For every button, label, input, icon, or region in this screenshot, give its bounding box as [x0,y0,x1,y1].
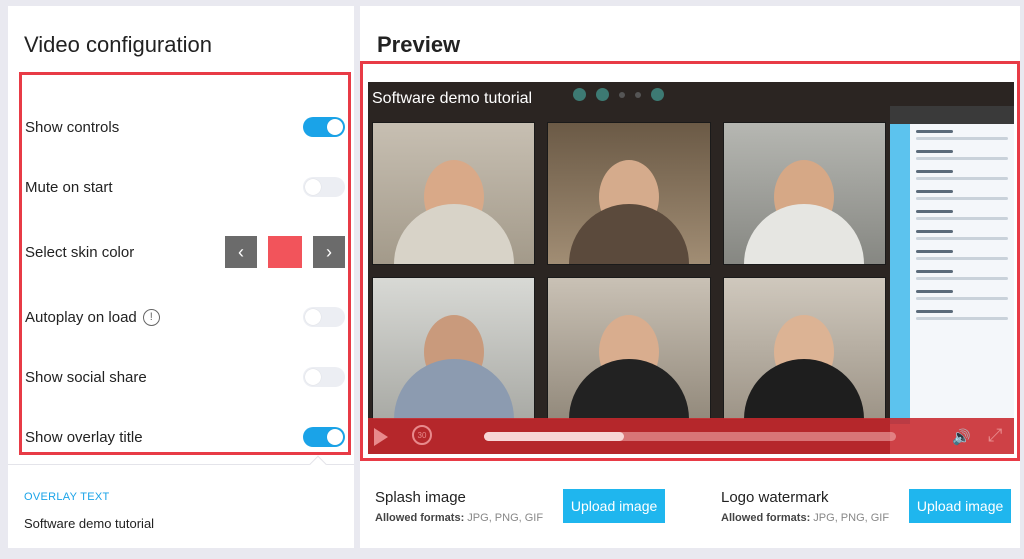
replay-30-icon[interactable]: 30 [412,425,432,445]
chat-tool-strip [890,124,910,424]
formats-label: Allowed formats: [375,511,465,524]
player-control-bar: 30 🔊 ⤢ [368,418,1014,454]
formats-label: Allowed formats: [721,511,811,524]
participant-body [393,204,514,264]
toggle-knob [327,429,343,445]
participant-body [568,359,689,419]
social-share-toggle[interactable] [303,367,345,387]
overlay-title-toggle[interactable] [303,427,345,447]
toolbar-dot [635,91,641,98]
participant-body [744,204,865,264]
splash-image-upload: Splash image Allowed formats: JPG, PNG, … [375,476,666,536]
volume-icon[interactable]: 🔊 [952,428,971,446]
toggle-knob [327,119,343,135]
autoplay-label-text: Autoplay on load [25,308,137,326]
mute-on-start-label: Mute on start [25,178,113,196]
video-overlay-title: Software demo tutorial [372,90,533,107]
participant-grid [372,122,886,420]
toolbar-dot [651,88,664,101]
participant-video [547,122,711,265]
meeting-toolbar [573,88,664,101]
toolbar-dot [573,88,586,101]
toolbar-dot [596,88,609,101]
setting-mute-on-start: Mute on start [25,172,347,202]
chat-messages [916,130,1008,330]
setting-social-share: Show social share [25,362,347,392]
video-player[interactable]: Software demo tutorial 30 🔊 ⤢ [368,82,1014,454]
setting-show-controls: Show controls [25,112,347,142]
participant-video [722,277,886,420]
skin-color-label: Select skin color [25,243,135,261]
mute-on-start-toggle[interactable] [303,177,345,197]
participant-body [393,359,514,419]
logo-formats: Allowed formats: JPG, PNG, GIF [721,512,889,524]
autoplay-toggle[interactable] [303,307,345,327]
chat-header [890,106,1014,124]
preview-title: Preview [377,32,461,57]
overlay-text-section: OVERLAY TEXT Software demo tutorial [8,464,354,548]
play-icon[interactable] [374,428,388,446]
participant-body [568,204,689,264]
toggle-knob [305,179,321,195]
toggle-knob [305,369,321,385]
show-controls-label: Show controls [25,118,120,136]
autoplay-label: Autoplay on load ! [25,308,160,326]
preview-box: Software demo tutorial 30 🔊 ⤢ [360,61,1020,461]
participant-video [372,277,536,420]
show-controls-toggle[interactable] [303,117,345,137]
overlay-text-value[interactable]: Software demo tutorial [24,516,154,531]
overlay-text-label: OVERLAY TEXT [24,491,110,503]
participant-video [372,122,536,265]
logo-watermark-title: Logo watermark [721,488,829,506]
settings-box: Show controls Mute on start Select skin … [19,72,351,455]
formats-value: JPG, PNG, GIF [467,511,544,524]
logo-watermark-info: Logo watermark Allowed formats: JPG, PNG… [721,489,889,524]
configuration-title: Video configuration [24,32,212,57]
info-icon[interactable]: ! [142,308,160,326]
participant-video [722,122,886,265]
setting-skin-color: Select skin color ‹ › [25,236,347,268]
participant-body [744,359,865,419]
social-share-label: Show social share [25,368,147,386]
formats-value: JPG, PNG, GIF [813,511,890,524]
splash-image-title: Splash image [375,488,466,506]
toolbar-dot [619,91,625,98]
skin-prev-button[interactable]: ‹ [225,236,257,268]
skin-color-picker: ‹ › [225,236,345,268]
chat-sidebar [890,106,1014,454]
splash-upload-button[interactable]: Upload image [563,489,666,523]
setting-autoplay: Autoplay on load ! [25,302,347,332]
participant-video [547,277,711,420]
progress-bar[interactable] [484,432,896,441]
logo-watermark-upload: Logo watermark Allowed formats: JPG, PNG… [721,476,1012,536]
progress-fill [484,432,625,441]
logo-upload-button[interactable]: Upload image [909,489,1012,523]
configuration-panel: Video configuration Show controls Mute o… [8,6,354,548]
skin-color-swatch[interactable] [268,236,302,268]
preview-panel: Preview Software demo tutorial 30 🔊 ⤢ Sp… [360,6,1020,548]
overlay-title-label: Show overlay title [25,428,143,446]
skin-next-button[interactable]: › [313,236,345,268]
fullscreen-icon[interactable]: ⤢ [988,425,1002,446]
toggle-knob [305,309,321,325]
setting-overlay-title: Show overlay title [25,422,347,452]
splash-formats: Allowed formats: JPG, PNG, GIF [375,512,543,524]
splash-image-info: Splash image Allowed formats: JPG, PNG, … [375,489,543,524]
